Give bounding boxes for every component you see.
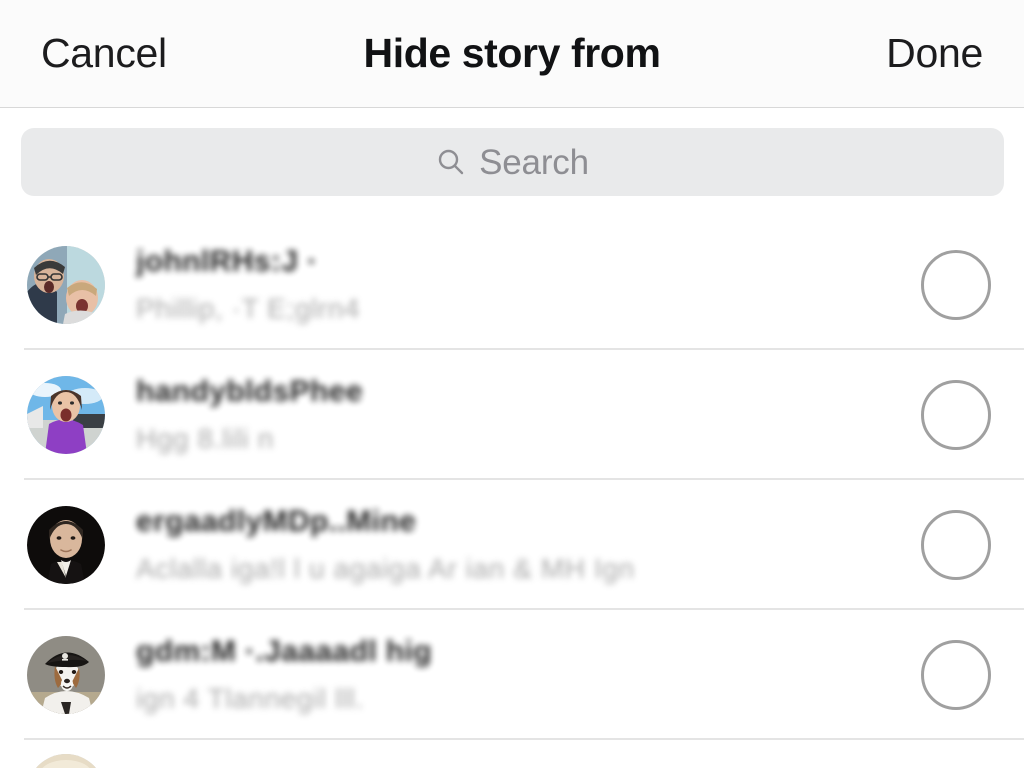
done-button[interactable]: Done [886,0,983,107]
photo-partial-cream-icon [27,754,105,768]
selection-checkbox[interactable] [921,380,991,450]
avatar [27,636,105,714]
username-label: handybldsPhee [136,375,363,408]
selection-checkbox[interactable] [921,640,991,710]
table-row[interactable]: handybldsPhee Hgg 8.lili n [0,350,1024,480]
avatar [27,506,105,584]
search-placeholder: Search [479,142,589,182]
row-text-block: ergaadlyMDp..Mine Aclalla iga!l l u agai… [136,505,921,585]
fullname-label: Aclalla iga!l l u agaiga Ar ian & MH Ign [136,553,635,584]
row-text-block: johnlRHs:J · Phillip, ·T E;glrn4 [136,245,921,325]
table-row[interactable] [0,740,1024,768]
fullname-label: ign 4 Tlannegil lll. [136,683,364,714]
row-text-block: handybldsPhee Hgg 8.lili n [136,375,921,455]
table-row[interactable]: ergaadlyMDp..Mine Aclalla iga!l l u agai… [0,480,1024,610]
table-row[interactable]: gdm:M ·.Jaaaadl hig ign 4 Tlannegil lll. [0,610,1024,740]
selection-checkbox[interactable] [921,250,991,320]
username-label: gdm:M ·.Jaaaadl hig [136,635,432,668]
username-label: ergaadlyMDp..Mine [136,505,417,538]
photo-person-purple-shirt-icon [27,376,105,454]
photo-dog-pirate-hat-icon [27,636,105,714]
username-label: johnlRHs:J · [136,245,318,278]
navigation-bar: Cancel Hide story from Done [0,0,1024,108]
hide-story-from-screen: Cancel Hide story from Done Search johnl… [0,0,1024,768]
selection-checkbox[interactable] [921,510,991,580]
user-list: johnlRHs:J · Phillip, ·T E;glrn4 handybl… [0,220,1024,768]
avatar [27,754,105,768]
row-text-block: gdm:M ·.Jaaaadl hig ign 4 Tlannegil lll. [136,635,921,715]
search-icon [438,149,464,175]
fullname-label: Hgg 8.lili n [136,423,274,454]
avatar [27,376,105,454]
photo-man-dark-portrait-icon [27,506,105,584]
search-field-content: Search [436,145,589,180]
photo-two-people-selfie-icon [27,246,105,324]
fullname-label: Phillip, ·T E;glrn4 [136,293,361,324]
search-input[interactable]: Search [21,128,1004,196]
cancel-button[interactable]: Cancel [41,0,167,107]
table-row[interactable]: johnlRHs:J · Phillip, ·T E;glrn4 [0,220,1024,350]
avatar [27,246,105,324]
